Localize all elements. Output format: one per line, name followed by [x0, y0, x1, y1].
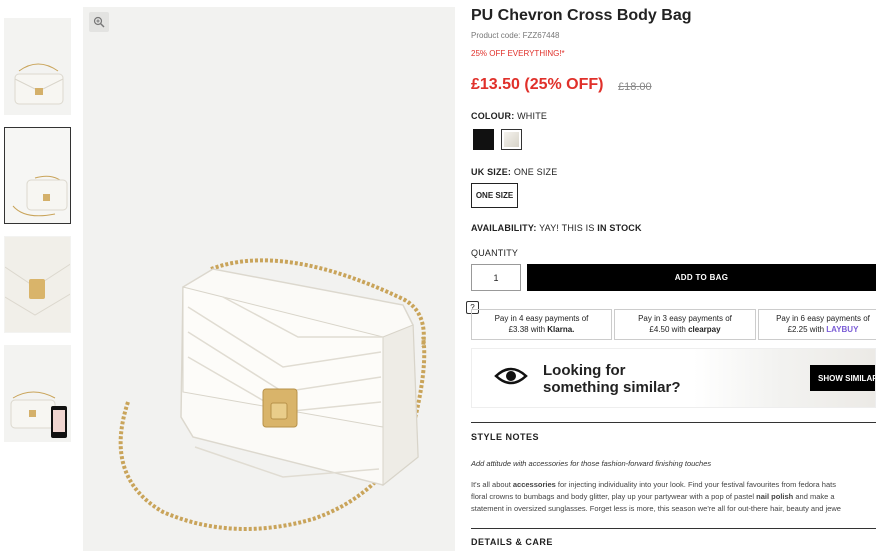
availability: AVAILABILITY: YAY! THIS IS IN STOCK: [471, 223, 642, 233]
similar-items-banner[interactable]: Looking for something similar? SHOW SIMI…: [471, 348, 876, 408]
nail-polish-link[interactable]: nail polish: [756, 492, 793, 501]
payment-line: Pay in 4 easy payments of: [494, 314, 589, 323]
thumbnail-front[interactable]: [4, 18, 71, 115]
eye-icon: [494, 367, 528, 385]
zoom-button[interactable]: [89, 12, 109, 32]
availability-key: AVAILABILITY:: [471, 223, 537, 233]
main-product-image[interactable]: [83, 7, 455, 551]
divider: [471, 422, 876, 423]
product-code: Product code: FZZ67448: [471, 31, 560, 40]
size-label-key: UK SIZE:: [471, 167, 512, 177]
details-care-heading[interactable]: DETAILS & CARE: [471, 537, 553, 547]
payment-line: Pay in 6 easy payments of: [776, 314, 870, 323]
zoom-icon: [93, 16, 105, 28]
size-label: UK SIZE: ONE SIZE: [471, 167, 557, 177]
show-similar-button[interactable]: SHOW SIMILAR: [810, 365, 875, 391]
payment-amount: £3.38 with Klarna.: [508, 325, 575, 334]
payment-option-klarna[interactable]: Pay in 4 easy payments of £3.38 with Kla…: [471, 309, 612, 340]
payment-line: Pay in 3 easy payments of: [638, 314, 732, 323]
payment-option-clearpay[interactable]: Pay in 3 easy payments of £4.50 with cle…: [614, 309, 756, 340]
style-notes-tagline: Add attitude with accessories for those …: [471, 459, 712, 468]
thumbnail-model[interactable]: [4, 345, 71, 442]
sale-price: £13.50 (25% OFF): [471, 76, 604, 93]
bag-product-image: [118, 258, 427, 531]
divider: [471, 528, 876, 529]
add-to-bag-button[interactable]: ADD TO BAG: [527, 264, 876, 291]
colour-label-value: WHITE: [517, 111, 548, 121]
colour-label: COLOUR: WHITE: [471, 111, 547, 121]
quantity-label: QUANTITY: [471, 248, 519, 258]
style-notes-heading[interactable]: STYLE NOTES: [471, 432, 539, 442]
clearpay-logo: clearpay: [688, 325, 721, 334]
colour-swatch-black[interactable]: [473, 129, 494, 150]
similar-text: Looking for something similar?: [543, 362, 681, 396]
swatch-fill: [504, 132, 519, 147]
payment-amount: £4.50 with clearpay: [649, 325, 721, 334]
accessories-link[interactable]: accessories: [513, 480, 556, 489]
product-title: PU Chevron Cross Body Bag: [471, 7, 692, 24]
bag-thumbnail-image: [14, 63, 64, 105]
payment-amount: £2.25 with LAYBUY: [787, 325, 859, 334]
payment-option-laybuy[interactable]: Pay in 6 easy payments of £2.25 with LAY…: [758, 309, 876, 340]
colour-swatch-white[interactable]: [501, 129, 522, 150]
bag-thumbnail-image: [12, 175, 68, 217]
colour-label-key: COLOUR:: [471, 111, 515, 121]
size-label-value: ONE SIZE: [513, 167, 558, 177]
size-option-one-size[interactable]: ONE SIZE: [471, 183, 518, 208]
bag-thumbnail-image: [10, 391, 67, 438]
style-notes-body: It's all about accessories for injecting…: [471, 480, 841, 513]
thumbnail-list: [4, 18, 71, 454]
thumbnail-closeup[interactable]: [4, 236, 71, 333]
klarna-logo: Klarna.: [547, 325, 575, 334]
thumbnail-angle[interactable]: [4, 127, 71, 224]
original-price: £18.00: [618, 81, 652, 93]
availability-prefix: YAY! THIS IS: [539, 223, 595, 233]
bag-thumbnail-image: [5, 237, 70, 332]
quantity-input[interactable]: 1: [471, 264, 521, 291]
promo-banner[interactable]: 25% OFF EVERYTHING!*: [471, 49, 565, 58]
stock-status: IN STOCK: [597, 223, 642, 233]
laybuy-logo: LAYBUY: [826, 325, 859, 334]
